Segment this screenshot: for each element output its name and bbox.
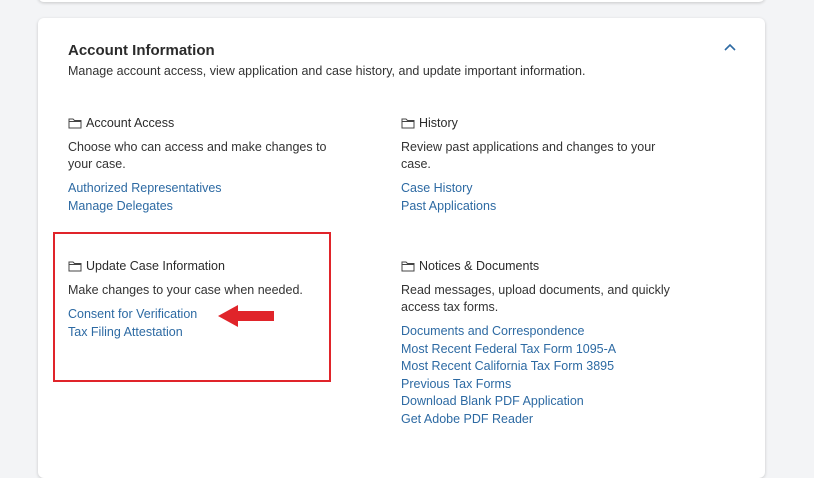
section-title: History <box>419 116 458 130</box>
card-subtitle: Manage account access, view application … <box>68 64 586 78</box>
link-federal-tax-form-1095a[interactable]: Most Recent Federal Tax Form 1095-A <box>401 341 671 359</box>
collapse-button[interactable] <box>722 40 738 54</box>
folder-icon <box>401 118 415 129</box>
link-documents-correspondence[interactable]: Documents and Correspondence <box>401 323 671 341</box>
section-description: Review past applications and changes to … <box>401 140 656 171</box>
previous-card <box>38 0 765 2</box>
section-title: Notices & Documents <box>419 259 540 273</box>
section-history: History Review past applications and cha… <box>401 114 671 215</box>
link-authorized-representatives[interactable]: Authorized Representatives <box>68 180 338 198</box>
highlight-box <box>53 232 331 382</box>
arrow-left-icon <box>218 305 274 327</box>
link-case-history[interactable]: Case History <box>401 180 671 198</box>
card-title: Account Information <box>68 42 215 59</box>
section-account-access: Account Access Choose who can access and… <box>68 114 338 215</box>
section-description: Read messages, upload documents, and qui… <box>401 283 670 314</box>
link-manage-delegates[interactable]: Manage Delegates <box>68 198 338 216</box>
link-get-adobe-pdf-reader[interactable]: Get Adobe PDF Reader <box>401 411 671 429</box>
link-california-tax-form-3895[interactable]: Most Recent California Tax Form 3895 <box>401 358 671 376</box>
section-notices-documents: Notices & Documents Read messages, uploa… <box>401 257 671 428</box>
link-download-blank-pdf-application[interactable]: Download Blank PDF Application <box>401 393 671 411</box>
chevron-up-icon <box>724 43 736 51</box>
section-description: Choose who can access and make changes t… <box>68 140 327 171</box>
folder-icon <box>68 118 82 129</box>
link-previous-tax-forms[interactable]: Previous Tax Forms <box>401 376 671 394</box>
link-past-applications[interactable]: Past Applications <box>401 198 671 216</box>
section-title: Account Access <box>86 116 175 130</box>
folder-icon <box>401 261 415 272</box>
